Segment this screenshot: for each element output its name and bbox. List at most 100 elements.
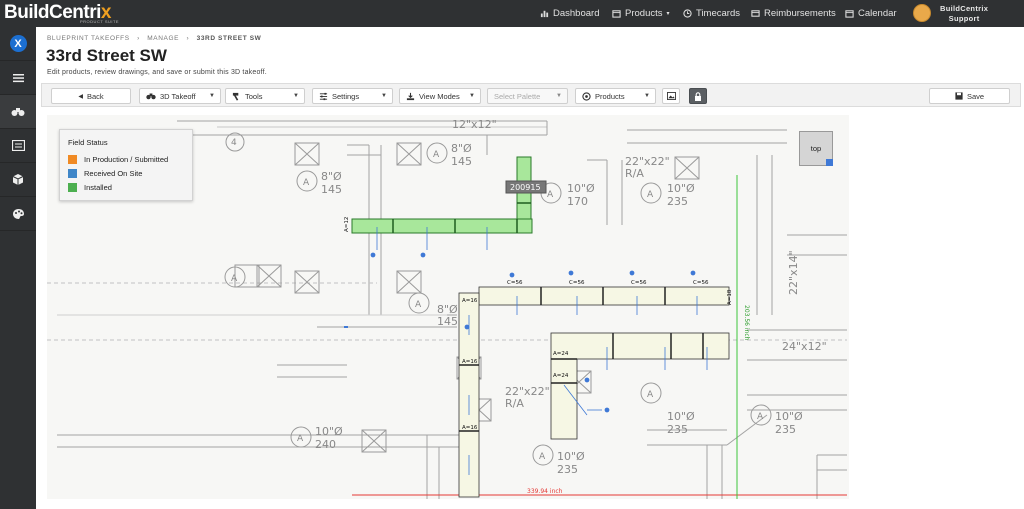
logo-subtext: PRODUCT SUITE	[80, 19, 120, 24]
svg-text:10"Ø: 10"Ø	[667, 182, 695, 195]
sidebar-item-palette[interactable]	[0, 197, 36, 231]
svg-text:240: 240	[315, 438, 336, 451]
svg-text:10"Ø: 10"Ø	[315, 425, 343, 438]
user-avatar[interactable]	[913, 4, 931, 22]
view-cube-label: top	[810, 144, 822, 153]
main-content: BLUEPRINT TAKEOFFS › MANAGE › 33RD STREE…	[36, 27, 1024, 509]
chevron-left-icon: ◀	[78, 93, 83, 100]
image-icon	[666, 92, 676, 100]
nav-label: Reimbursements	[764, 8, 836, 19]
sidebar-item-home[interactable]: X	[0, 27, 36, 61]
svg-text:A: A	[547, 190, 554, 200]
svg-text:203.56 inch: 203.56 inch	[743, 305, 750, 341]
floppy-disk-icon	[955, 92, 963, 100]
svg-text:A: A	[647, 390, 654, 400]
view-cube-corner[interactable]	[826, 159, 833, 166]
legend-title: Field Status	[68, 138, 108, 147]
sidebar-item-takeoffs[interactable]	[0, 95, 36, 129]
sidebar-item-cube[interactable]	[0, 163, 36, 197]
legend-swatch-blue	[68, 168, 77, 178]
svg-text:170: 170	[567, 195, 588, 208]
drawing-canvas[interactable]: 4 A A A A A A A A A A 8"Ø 145 8"Ø 145 10…	[47, 115, 849, 499]
receipt-icon	[751, 10, 760, 17]
back-label: Back	[86, 91, 104, 101]
top-navbar: BuildCentrix PRODUCT SUITE Dashboard Pro…	[0, 0, 1024, 27]
chevron-down-icon: ▼	[469, 93, 475, 99]
svg-text:A=12: A=12	[344, 217, 350, 232]
svg-text:A=16: A=16	[462, 298, 478, 304]
svg-text:R/A: R/A	[505, 397, 524, 410]
lock-icon	[695, 91, 701, 101]
screenshot-button[interactable]	[662, 88, 680, 104]
nav-timecards[interactable]: Timecards	[683, 0, 740, 27]
tools-label: Tools	[245, 91, 263, 101]
nav-label: Calendar	[858, 8, 897, 19]
svg-text:A: A	[433, 150, 440, 160]
box-icon	[612, 10, 621, 18]
breadcrumb-item[interactable]: MANAGE	[147, 35, 179, 42]
svg-text:A=16: A=16	[462, 425, 478, 431]
breadcrumb-separator: ›	[137, 35, 140, 42]
takeoff-dropdown[interactable]: 3D Takeoff ▼	[139, 88, 221, 104]
save-button[interactable]: Save	[929, 88, 1010, 104]
legend-swatch-green	[68, 182, 77, 192]
svg-text:A: A	[647, 190, 654, 200]
nav-reimbursements[interactable]: Reimbursements	[751, 0, 836, 27]
sidebar-item-list[interactable]	[0, 129, 36, 163]
svg-text:24"x12": 24"x12"	[782, 340, 827, 353]
nav-dashboard[interactable]: Dashboard	[540, 0, 599, 27]
sidebar-item-menu[interactable]	[0, 61, 36, 95]
svg-text:C=56: C=56	[631, 280, 647, 286]
svg-text:200915: 200915	[510, 183, 541, 192]
user-menu[interactable]: BuildCentrix Support	[940, 4, 988, 24]
hamburger-icon	[12, 73, 24, 82]
hammer-icon	[232, 92, 239, 101]
viewmodes-dropdown[interactable]: View Modes ▼	[399, 88, 481, 104]
nav-label: Products	[625, 8, 663, 19]
svg-text:C=56: C=56	[507, 280, 523, 286]
nav-calendar[interactable]: Calendar	[845, 0, 897, 27]
chevron-down-icon: ▼	[381, 93, 387, 99]
view-cube[interactable]: top	[799, 131, 833, 166]
back-button[interactable]: ◀ Back	[51, 88, 131, 104]
svg-text:C=56: C=56	[693, 280, 709, 286]
svg-text:10"Ø: 10"Ø	[557, 450, 585, 463]
palette-placeholder: Select Palette	[494, 91, 541, 101]
dimension-horizontal-label: 339.94 inch	[527, 488, 563, 495]
svg-text:235: 235	[667, 195, 688, 208]
download-icon	[406, 92, 415, 100]
svg-text:A=24: A=24	[553, 351, 569, 357]
settings-dropdown[interactable]: Settings ▼	[312, 88, 393, 104]
chevron-down-icon: ▼	[556, 93, 562, 99]
palette-select[interactable]: Select Palette ▼	[487, 88, 568, 104]
nav-label: Dashboard	[553, 8, 600, 19]
svg-text:4: 4	[231, 138, 237, 148]
legend-label: In Production / Submitted	[84, 154, 169, 164]
chevron-down-icon: ▼	[644, 93, 650, 99]
products-dropdown[interactable]: Products ▼	[575, 88, 656, 104]
svg-text:R/A: R/A	[625, 167, 644, 180]
lock-button[interactable]	[689, 88, 707, 104]
x-logo-icon: X	[9, 35, 27, 52]
save-label: Save	[966, 91, 985, 101]
tools-dropdown[interactable]: Tools ▼	[225, 88, 305, 104]
palette-icon	[12, 208, 24, 219]
user-name-line2: Support	[948, 14, 980, 23]
page-title: 33rd Street SW	[46, 46, 167, 65]
svg-text:A=18: A=18	[727, 289, 733, 305]
svg-text:A: A	[231, 274, 238, 284]
svg-text:A=24: A=24	[553, 373, 569, 379]
legend-swatch-orange	[68, 154, 77, 164]
svg-text:8"Ø: 8"Ø	[451, 142, 472, 155]
svg-text:145: 145	[451, 155, 472, 168]
svg-text:A=16: A=16	[462, 359, 478, 365]
breadcrumb-separator: ›	[186, 35, 190, 42]
svg-text:235: 235	[775, 423, 796, 436]
svg-text:145: 145	[437, 315, 458, 328]
svg-text:A: A	[297, 434, 304, 444]
breadcrumb-item[interactable]: BLUEPRINT TAKEOFFS	[47, 35, 130, 42]
svg-text:12"x12": 12"x12"	[452, 118, 497, 131]
legend-item: Received On Site	[68, 168, 142, 178]
settings-label: Settings	[332, 91, 360, 101]
nav-products[interactable]: Products ▾	[612, 0, 670, 27]
